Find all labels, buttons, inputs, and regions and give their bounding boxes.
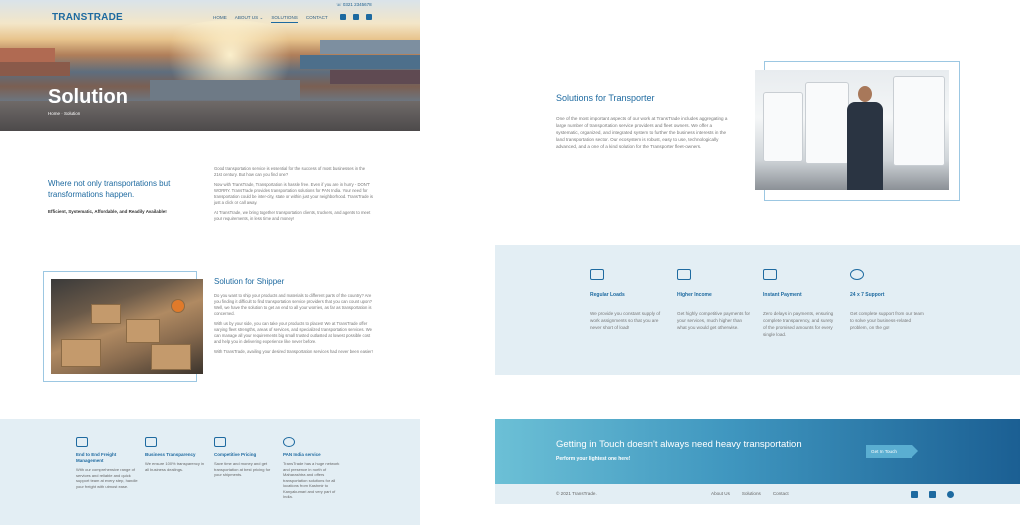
linkedin-icon[interactable] (929, 491, 936, 498)
facebook-icon[interactable] (911, 491, 918, 498)
driver-head (858, 86, 872, 102)
phone-icon (850, 269, 864, 280)
container-stack (0, 48, 55, 62)
feature-title: End to End Freight Management (76, 452, 117, 463)
driver-figure (845, 86, 885, 190)
footer: © 2021 TransTrade. About Us Solutions Co… (495, 484, 1020, 504)
footer-link-solutions[interactable]: Solutions (742, 491, 761, 496)
shipper-features-band: End to End Freight Management With our c… (0, 419, 420, 525)
instagram-icon[interactable] (366, 14, 372, 20)
money-icon (763, 269, 777, 280)
money-icon (214, 437, 226, 447)
monitor-icon (677, 269, 691, 280)
globe-icon (283, 437, 295, 447)
feature-desc: Get highly competitive payments for your… (677, 311, 751, 330)
intro-heading: Where not only transportations but trans… (48, 179, 171, 199)
truck-icon (76, 437, 88, 447)
intro-paragraph: At TransTrade, we bring together transpo… (214, 210, 371, 221)
intro-tagline: Efficient, Systematic, Affordable, and R… (48, 209, 167, 214)
feature-card: Business Transparency We ensure 100% tra… (145, 437, 207, 472)
page-gap (420, 0, 495, 525)
nav-home[interactable]: HOME (213, 15, 227, 23)
intro-text: Good transportation service is essential… (214, 166, 374, 226)
copyright: © 2021 TransTrade. (556, 491, 597, 496)
linkedin-icon[interactable] (353, 14, 359, 20)
feature-card: PAN India service TransTrade has a huge … (283, 437, 345, 500)
page-title: Solution (48, 86, 128, 108)
nav-contact[interactable]: CONTACT (306, 15, 328, 23)
cta-subheading: Perform your lightest one here! (556, 456, 631, 462)
intro-paragraph: Good transportation service is essential… (214, 166, 366, 177)
hero-banner: TRANSTRADE ☏ 0321 2345678 HOME ABOUT US … (0, 0, 420, 131)
instagram-icon[interactable] (947, 491, 954, 498)
cardboard-box (151, 344, 191, 370)
feature-desc: We provide you constant supply of work a… (590, 311, 661, 330)
transporter-features-band: Regular Loads We provide you constant su… (495, 245, 1020, 375)
shipper-paragraph: With us by your side, you can take your … (214, 321, 372, 344)
logo-text: TRANSTRADE (52, 12, 123, 23)
truck-icon (590, 269, 604, 280)
intro-paragraph: Now with TransTrade, Transportation is h… (214, 182, 373, 205)
cardboard-box (61, 339, 101, 367)
truck-cab (805, 82, 849, 164)
feature-desc: We ensure 100% transparency in all busin… (145, 461, 205, 472)
shipper-warehouse-image (51, 279, 203, 374)
document-icon (145, 437, 157, 447)
shipper-text: Do you want to ship your products and ma… (214, 293, 374, 359)
feature-desc: Get complete support from our team to so… (850, 311, 924, 330)
feature-title: Business Transparency (145, 452, 196, 457)
shipper-heading: Solution for Shipper (214, 277, 285, 286)
feature-card: Competitive Pricing Save time and money … (214, 437, 276, 478)
feature-card: End to End Freight Management With our c… (76, 437, 138, 489)
cardboard-box (91, 304, 121, 324)
feature-title: Regular Loads (590, 292, 625, 298)
container-stack (0, 62, 70, 76)
feature-desc: Zero delays in payments, ensuring comple… (763, 311, 834, 337)
feature-card: Higher Income Get highly competitive pay… (677, 269, 752, 331)
container-stack (300, 55, 420, 69)
phone-number[interactable]: ☏ 0321 2345678 (336, 2, 372, 8)
driver-vest (847, 102, 883, 190)
brand-logo[interactable]: TRANSTRADE (52, 12, 123, 23)
shipper-paragraph: With TransTrade, availing your desired t… (214, 349, 373, 354)
phone-text: 0321 2345678 (342, 2, 372, 7)
feature-card: Instant Payment Zero delays in payments,… (763, 269, 838, 338)
top-navigation: TRANSTRADE ☏ 0321 2345678 HOME ABOUT US … (0, 0, 420, 30)
footer-link-about-us[interactable]: About Us (711, 491, 730, 496)
contact-banner: Getting in Touch doesn't always need hea… (495, 419, 1020, 484)
cardboard-box (126, 319, 160, 343)
feature-card: Regular Loads We provide you constant su… (590, 269, 665, 331)
footer-links: About Us Solutions Contact (711, 491, 789, 496)
truck-cab (893, 76, 945, 166)
transporter-heading: Solutions for Transporter (556, 93, 655, 103)
transporter-text: One of the most important aspects of our… (556, 116, 728, 149)
feature-desc: TransTrade has a huge network and presen… (283, 461, 340, 499)
container-stack (330, 70, 420, 84)
feature-card: 24 x 7 Support Get complete support from… (850, 269, 925, 331)
solution-page-top: TRANSTRADE ☏ 0321 2345678 HOME ABOUT US … (0, 0, 420, 525)
get-in-touch-button[interactable]: Get In Touch (866, 445, 918, 458)
feature-title: 24 x 7 Support (850, 292, 885, 298)
truck-cab (763, 92, 803, 162)
feature-desc: With our comprehensive range of services… (76, 467, 138, 489)
breadcrumb[interactable]: Home · Solution (48, 111, 80, 116)
container-stack (320, 40, 420, 54)
facebook-icon[interactable] (340, 14, 346, 20)
cta-heading: Getting in Touch doesn't always need hea… (556, 439, 802, 450)
feature-desc: Save time and money and get transportati… (214, 461, 271, 477)
feature-title: PAN India service (283, 452, 321, 457)
nav-solutions[interactable]: SOLUTIONS (271, 15, 298, 23)
solution-page-bottom: Solutions for Transporter One of the mos… (495, 0, 1020, 525)
feature-title: Instant Payment (763, 292, 802, 298)
footer-link-contact[interactable]: Contact (773, 491, 789, 496)
nav-about-us[interactable]: ABOUT US ⌄ (235, 15, 264, 23)
shipper-paragraph: Do you want to ship your products and ma… (214, 293, 372, 316)
container-stack (150, 80, 300, 100)
main-nav: HOME ABOUT US ⌄ SOLUTIONS CONTACT (213, 15, 328, 23)
feature-title: Competitive Pricing (214, 452, 257, 457)
feature-title: Higher Income (677, 292, 712, 298)
worker-helmet (171, 299, 185, 313)
